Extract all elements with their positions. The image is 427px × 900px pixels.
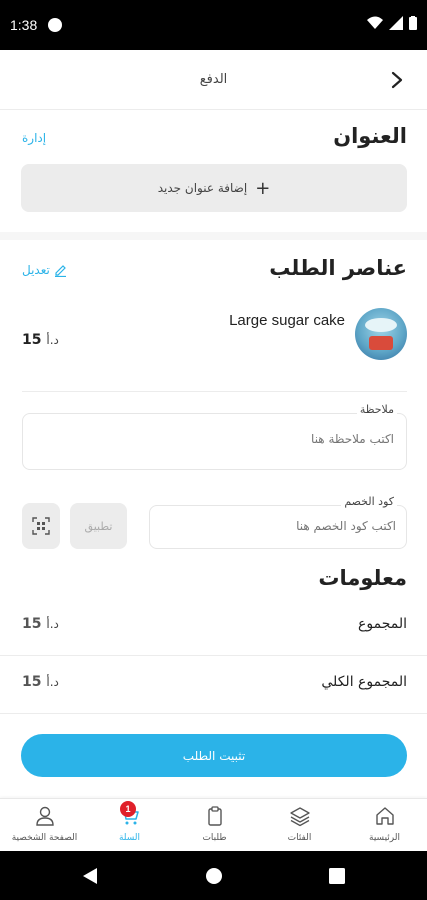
nav-home-label: الرئيسية: [369, 833, 400, 843]
status-time: 1:38: [10, 17, 38, 33]
nav-home[interactable]: الرئيسية: [342, 805, 427, 843]
note-input[interactable]: [94, 432, 394, 446]
battery-icon: [409, 16, 417, 30]
item-name: Large sugar cake: [229, 312, 345, 329]
divider: [0, 713, 427, 714]
add-address-label: إضافة عنوان جديد: [157, 181, 248, 195]
address-section-title: العنوان: [333, 124, 407, 148]
edit-label: تعديل: [22, 263, 50, 277]
app-header: الدفع: [0, 50, 427, 110]
signal-icon: [389, 16, 403, 30]
total-amount: 15: [22, 674, 42, 690]
order-item-row: Large sugar cake 15 د.أ: [22, 306, 407, 366]
coupon-label: كود الخصم: [341, 495, 397, 508]
item-price: 15 د.أ: [22, 332, 59, 348]
info-section-title: معلومات: [318, 566, 407, 590]
manage-address-link[interactable]: إدارة: [22, 131, 46, 145]
nav-cart-label: السلة: [118, 833, 141, 843]
coupon-input[interactable]: [166, 519, 396, 533]
nav-cart[interactable]: 1 السلة: [87, 801, 172, 843]
total-value: 15 د.أ: [22, 674, 59, 690]
nav-profile[interactable]: الصفحة الشخصية: [2, 805, 87, 843]
confirm-order-button[interactable]: تثبيت الطلب: [21, 734, 407, 777]
qr-scan-icon: [32, 517, 50, 535]
system-home-icon[interactable]: [205, 867, 223, 885]
coupon-field[interactable]: [149, 505, 407, 549]
page-title: الدفع: [199, 72, 228, 87]
status-bar: 1:38: [0, 0, 427, 50]
cake-thumbnail: [355, 308, 407, 360]
confirm-label: تثبيت الطلب: [182, 748, 246, 763]
system-navigation-bar: [0, 851, 427, 900]
apply-coupon-button[interactable]: تطبيق: [70, 503, 127, 549]
note-field[interactable]: [22, 413, 407, 470]
item-price-value: 15: [22, 332, 42, 348]
wifi-icon: [367, 16, 383, 29]
layers-icon: [289, 807, 310, 827]
subtotal-row: المجموع 15 د.أ: [22, 598, 407, 656]
section-divider: [0, 232, 427, 240]
subtotal-currency: د.أ: [46, 617, 59, 631]
total-row: المجموع الكلي 15 د.أ: [22, 656, 407, 714]
subtotal-amount: 15: [22, 616, 42, 632]
nav-profile-label: الصفحة الشخصية: [11, 833, 78, 843]
status-icons: [367, 16, 417, 30]
cart-badge: 1: [120, 801, 136, 817]
add-address-button[interactable]: إضافة عنوان جديد +: [21, 164, 407, 212]
user-icon: [35, 806, 54, 826]
home-icon: [375, 807, 394, 825]
scan-coupon-button[interactable]: [22, 503, 60, 549]
subtotal-label: المجموع: [358, 616, 407, 632]
note-label: ملاحظة: [356, 403, 397, 416]
item-currency: د.أ: [46, 333, 59, 347]
nav-orders-label: طلبات: [202, 833, 227, 843]
back-chevron-icon[interactable]: [387, 70, 407, 90]
subtotal-value: 15 د.أ: [22, 616, 59, 632]
nav-categories[interactable]: الفئات: [257, 805, 342, 843]
nav-orders[interactable]: طلبات: [172, 805, 257, 843]
app-notification-icon: [48, 18, 62, 32]
total-currency: د.أ: [46, 675, 59, 689]
total-label: المجموع الكلي: [321, 674, 407, 690]
system-back-icon[interactable]: [82, 867, 98, 885]
plus-icon: +: [255, 177, 271, 199]
bottom-navigation: الرئيسية الفئات طلبات 1 السلة الصفحة الش…: [0, 798, 427, 851]
system-recents-icon[interactable]: [329, 868, 345, 884]
order-items-title: عناصر الطلب: [269, 256, 407, 280]
pencil-icon: [54, 264, 66, 277]
divider: [22, 391, 407, 392]
edit-items-link[interactable]: تعديل: [22, 263, 67, 277]
nav-categories-label: الفئات: [287, 833, 312, 843]
apply-label: تطبيق: [84, 519, 113, 533]
clipboard-icon: [207, 806, 222, 826]
